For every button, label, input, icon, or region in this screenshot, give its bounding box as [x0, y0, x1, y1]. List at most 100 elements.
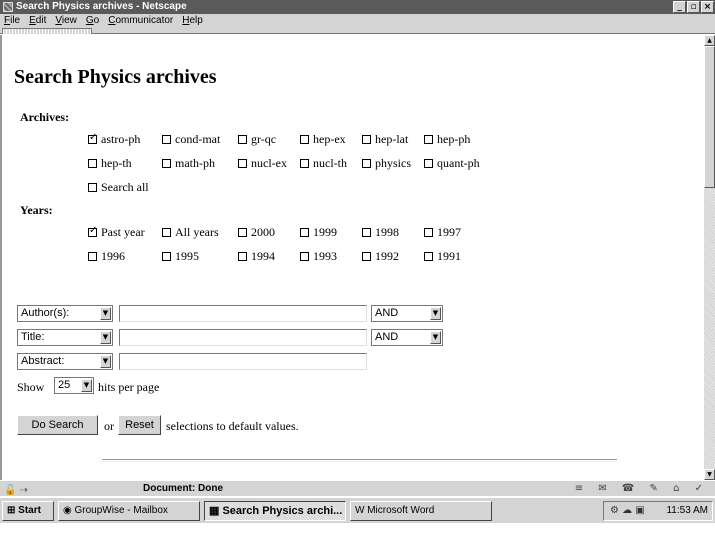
chevron-down-icon[interactable]: ▼	[430, 331, 441, 344]
checkbox-box[interactable]	[162, 228, 171, 237]
chevron-down-icon[interactable]: ▼	[100, 355, 111, 368]
do-search-button[interactable]: Do Search	[17, 415, 98, 435]
toolbar-grip[interactable]	[2, 28, 92, 34]
checkbox-box[interactable]	[300, 252, 309, 261]
year-checkbox-1993[interactable]: 1993	[300, 249, 337, 264]
field-select-title[interactable]: Title: ▼	[17, 329, 113, 346]
checkbox-label: 1999	[313, 225, 337, 239]
chevron-down-icon[interactable]: ▼	[430, 307, 441, 320]
checkbox-box[interactable]	[300, 228, 309, 237]
checkbox-box[interactable]	[300, 159, 309, 168]
checkbox-box[interactable]	[300, 135, 309, 144]
checkbox-box[interactable]	[162, 159, 171, 168]
component-bar-icons[interactable]: ≡ ✉ ☎ ✎ ⌂ ✓	[575, 481, 709, 496]
year-checkbox-1991[interactable]: 1991	[424, 249, 461, 264]
menu-help[interactable]: Help	[182, 14, 203, 28]
menu-file[interactable]: File	[4, 14, 20, 28]
hits-per-page-select[interactable]: 25 ▼	[54, 377, 94, 394]
archive-checkbox-hep-ex[interactable]: hep-ex	[300, 132, 346, 147]
scroll-down-icon[interactable]: ▼	[704, 469, 715, 480]
menu-edit[interactable]: Edit	[29, 14, 46, 28]
year-checkbox-1998[interactable]: 1998	[362, 225, 399, 240]
year-checkbox-past-year[interactable]: Past year	[88, 225, 145, 240]
checkbox-box[interactable]	[362, 159, 371, 168]
field-select-abstract[interactable]: Abstract: ▼	[17, 353, 113, 370]
archive-checkbox-nucl-th[interactable]: nucl-th	[300, 156, 347, 171]
taskbar-item-label: Search Physics archi...	[222, 505, 343, 517]
checkbox-box[interactable]	[88, 183, 97, 192]
year-checkbox-2000[interactable]: 2000	[238, 225, 275, 240]
year-checkbox-1995[interactable]: 1995	[162, 249, 199, 264]
checkbox-label: math-ph	[175, 156, 215, 170]
year-checkbox-1996[interactable]: 1996	[88, 249, 125, 264]
checkbox-box[interactable]	[424, 228, 433, 237]
archive-checkbox-nucl-ex[interactable]: nucl-ex	[238, 156, 287, 171]
vertical-scrollbar[interactable]: ▲ ▼	[704, 35, 715, 480]
checkbox-box[interactable]	[362, 135, 371, 144]
checkbox-box[interactable]	[424, 252, 433, 261]
archive-checkbox-gr-qc[interactable]: gr-qc	[238, 132, 276, 147]
menu-view[interactable]: View	[55, 14, 77, 28]
abstract-input[interactable]	[119, 353, 367, 370]
checkbox-box[interactable]	[238, 228, 247, 237]
checkbox-label: physics	[375, 156, 411, 170]
archive-checkbox-astro-ph[interactable]: astro-ph	[88, 132, 140, 147]
menu-communicator[interactable]: Communicator	[108, 14, 173, 28]
archive-checkbox-hep-ph[interactable]: hep-ph	[424, 132, 470, 147]
year-checkbox-1992[interactable]: 1992	[362, 249, 399, 264]
title-input[interactable]	[119, 329, 367, 346]
select-value: 25	[58, 379, 71, 391]
window-titlebar[interactable]: Search Physics archives - Netscape _ ▫ ×	[0, 0, 715, 14]
checkbox-box[interactable]	[238, 252, 247, 261]
scroll-thumb[interactable]	[704, 46, 715, 188]
chevron-down-icon[interactable]: ▼	[81, 379, 92, 392]
year-checkbox-all-years[interactable]: All years	[162, 225, 219, 240]
maximize-button[interactable]: ▫	[687, 1, 700, 13]
checkbox-label: Search all	[101, 180, 149, 194]
reset-description: selections to default values.	[166, 419, 299, 433]
checkbox-box[interactable]	[424, 135, 433, 144]
archive-checkbox-hep-th[interactable]: hep-th	[88, 156, 132, 171]
checkbox-box[interactable]	[162, 135, 171, 144]
minimize-button[interactable]: _	[673, 1, 686, 13]
year-checkbox-1999[interactable]: 1999	[300, 225, 337, 240]
status-bar: 🔓 ⇢ Document: Done ≡ ✉ ☎ ✎ ⌂ ✓	[0, 480, 715, 496]
checkbox-box[interactable]	[362, 228, 371, 237]
archive-checkbox-cond-mat[interactable]: cond-mat	[162, 132, 220, 147]
start-button[interactable]: ⊞ Start	[2, 501, 54, 521]
system-tray: ⚙ ☁ ▣ 11:53 AM	[603, 501, 713, 521]
menu-go[interactable]: Go	[86, 14, 99, 28]
scroll-up-icon[interactable]: ▲	[704, 35, 715, 46]
taskbar-item-groupwise[interactable]: ◉ GroupWise - Mailbox	[58, 501, 200, 521]
operator-select-2[interactable]: AND ▼	[371, 329, 443, 346]
taskbar-item-netscape[interactable]: ▦ Search Physics archi...	[204, 501, 346, 521]
year-checkbox-1997[interactable]: 1997	[424, 225, 461, 240]
checkbox-box[interactable]	[88, 225, 97, 237]
chevron-down-icon[interactable]: ▼	[100, 331, 111, 344]
taskbar-item-word[interactable]: W Microsoft Word	[350, 501, 492, 521]
archive-checkbox-quant-ph[interactable]: quant-ph	[424, 156, 480, 171]
reset-button[interactable]: Reset	[118, 415, 161, 435]
checkbox-box[interactable]	[238, 159, 247, 168]
checkbox-box[interactable]	[424, 159, 433, 168]
operator-select-1[interactable]: AND ▼	[371, 305, 443, 322]
year-checkbox-1994[interactable]: 1994	[238, 249, 275, 264]
tray-icons[interactable]: ⚙ ☁ ▣	[610, 502, 645, 520]
field-select-author[interactable]: Author(s): ▼	[17, 305, 113, 322]
chevron-down-icon[interactable]: ▼	[100, 307, 111, 320]
horizontal-rule	[102, 459, 617, 462]
checkbox-box[interactable]	[162, 252, 171, 261]
archive-checkbox-physics[interactable]: physics	[362, 156, 411, 171]
close-button[interactable]: ×	[701, 1, 714, 13]
checkbox-box[interactable]	[238, 135, 247, 144]
archive-checkbox-math-ph[interactable]: math-ph	[162, 156, 215, 171]
archive-checkbox-search-all[interactable]: Search all	[88, 180, 149, 195]
archive-checkbox-hep-lat[interactable]: hep-lat	[362, 132, 408, 147]
checkbox-box[interactable]	[88, 132, 97, 144]
clock[interactable]: 11:53 AM	[666, 505, 708, 516]
checkbox-box[interactable]	[362, 252, 371, 261]
checkbox-box[interactable]	[88, 159, 97, 168]
author-input[interactable]	[119, 305, 367, 322]
checkbox-box[interactable]	[88, 252, 97, 261]
security-lock-icon[interactable]: 🔓 ⇢	[4, 483, 28, 498]
